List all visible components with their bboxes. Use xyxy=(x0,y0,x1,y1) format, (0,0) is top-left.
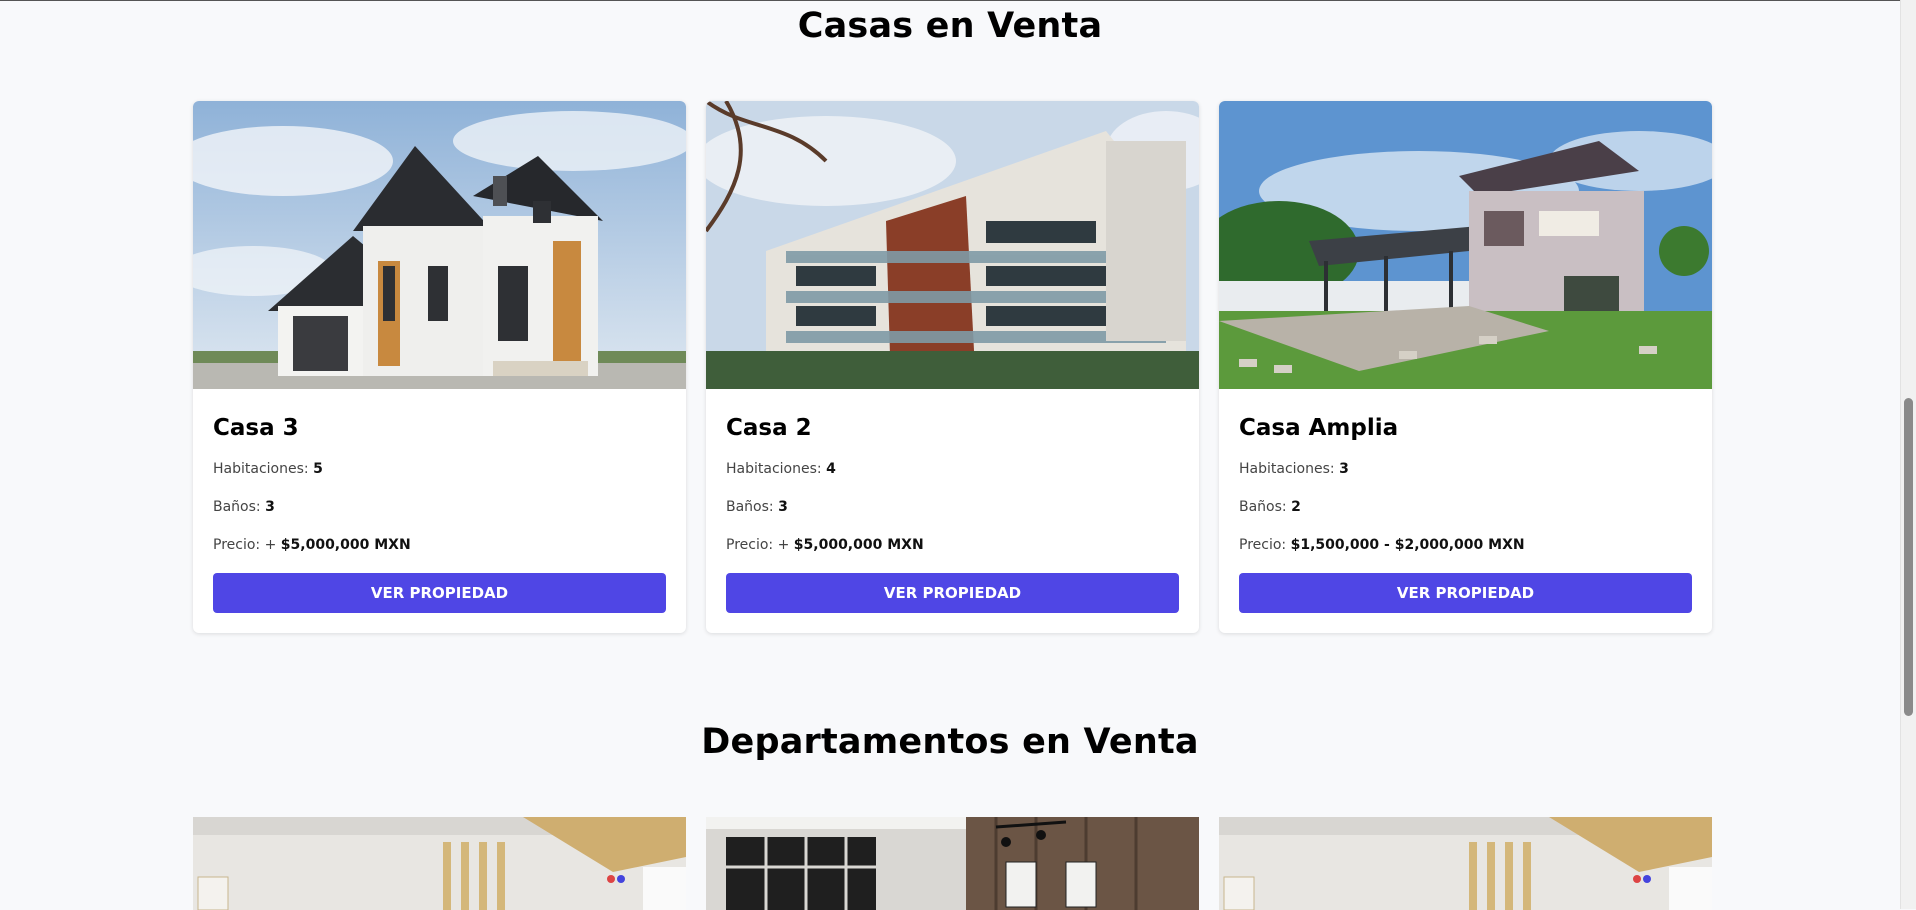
baths-value: 3 xyxy=(265,499,275,515)
property-card: Casa 3 Habitaciones: 5 Baños: 3 Precio: … xyxy=(193,101,686,633)
vertical-scrollbar[interactable] xyxy=(1900,0,1916,909)
baths-row: Baños: 3 xyxy=(726,499,788,515)
property-card: Casa Amplia Habitaciones: 3 Baños: 2 Pre… xyxy=(1219,101,1712,633)
rooms-value: 3 xyxy=(1339,461,1349,477)
view-property-button[interactable]: VER PROPIEDAD xyxy=(1239,573,1692,613)
browser-edge xyxy=(0,0,1900,1)
price-row: Precio: + $5,000,000 MXN xyxy=(726,537,924,553)
loft-interior-photo[interactable] xyxy=(706,817,1199,910)
rooms-row: Habitaciones: 4 xyxy=(726,461,836,477)
section-title-departamentos: Departamentos en Venta xyxy=(701,722,1199,762)
price-value: $5,000,000 MXN xyxy=(793,537,924,553)
baths-row: Baños: 2 xyxy=(1239,499,1301,515)
apartment-card xyxy=(193,817,686,910)
property-card: Casa 2 Habitaciones: 4 Baños: 3 Precio: … xyxy=(706,101,1199,633)
price-value: $5,000,000 MXN xyxy=(280,537,411,553)
price-row: Precio: + $5,000,000 MXN xyxy=(213,537,411,553)
card-title: Casa 2 xyxy=(726,415,812,441)
rooms-row: Habitaciones: 5 xyxy=(213,461,323,477)
view-property-button[interactable]: VER PROPIEDAD xyxy=(726,573,1179,613)
apartment-card xyxy=(706,817,1199,910)
price-row: Precio: $1,500,000 - $2,000,000 MXN xyxy=(1239,537,1525,553)
rooms-row: Habitaciones: 3 xyxy=(1239,461,1349,477)
rooms-value: 4 xyxy=(826,461,836,477)
baths-row: Baños: 3 xyxy=(213,499,275,515)
house-photo[interactable] xyxy=(193,101,686,389)
price-value: $1,500,000 - $2,000,000 MXN xyxy=(1290,537,1525,553)
card-title: Casa Amplia xyxy=(1239,415,1399,441)
view-property-button[interactable]: VER PROPIEDAD xyxy=(213,573,666,613)
card-title: Casa 3 xyxy=(213,415,299,441)
modern-house-garden-photo[interactable] xyxy=(1219,101,1712,389)
apartment-interior-photo[interactable] xyxy=(1219,817,1712,910)
baths-value: 2 xyxy=(1291,499,1301,515)
apartment-interior-photo[interactable] xyxy=(193,817,686,910)
apartment-building-photo[interactable] xyxy=(706,101,1199,389)
baths-value: 3 xyxy=(778,499,788,515)
rooms-value: 5 xyxy=(313,461,323,477)
apartment-card xyxy=(1219,817,1712,910)
scrollbar-thumb[interactable] xyxy=(1904,398,1913,716)
section-title-casas: Casas en Venta xyxy=(797,6,1103,46)
